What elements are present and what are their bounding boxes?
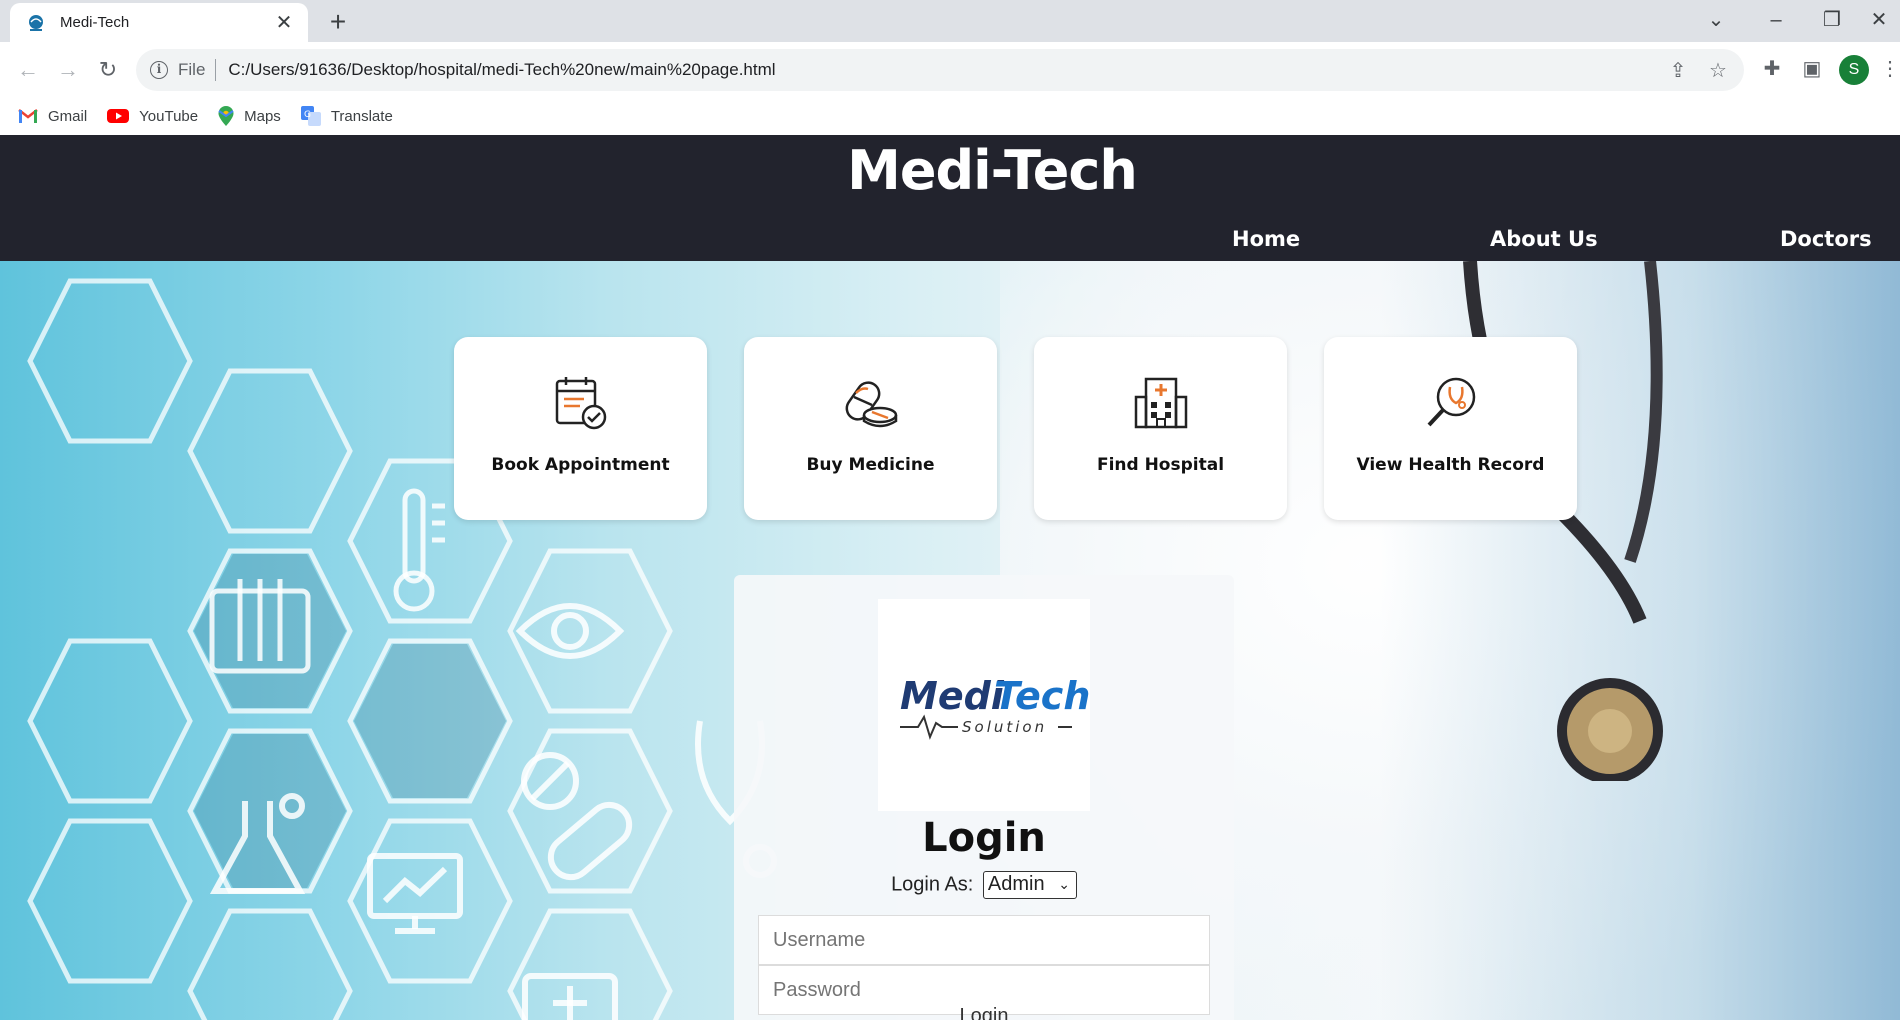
svg-text:Solution: Solution: [962, 718, 1047, 736]
site-favicon-icon: [29, 14, 43, 31]
login-title: Login: [922, 815, 1046, 861]
bookmark-youtube[interactable]: YouTube: [107, 108, 198, 125]
site-title: Medi-Tech: [847, 139, 1138, 202]
hospital-icon: [1134, 377, 1188, 429]
browser-tab-bar: Medi-Tech ✕ + ⌄ – ❐ ✕: [0, 0, 1900, 42]
reload-button[interactable]: ↻: [92, 54, 124, 86]
pills-icon: [845, 381, 898, 428]
svg-text:G: G: [304, 110, 311, 120]
login-submit-button[interactable]: Login: [734, 1005, 1234, 1020]
svg-text:Medi: Medi: [900, 674, 1005, 718]
web-page: Medi-Tech Home About Us Doctors Book App…: [0, 135, 1900, 1020]
youtube-icon: [107, 109, 130, 123]
login-panel: Medi Tech Solution Login Login As: Admin…: [734, 575, 1234, 1020]
service-label: View Health Record: [1356, 455, 1545, 475]
service-card-book-appointment[interactable]: Book Appointment: [454, 337, 707, 520]
bookmark-translate[interactable]: G Translate: [300, 106, 393, 126]
address-bar[interactable]: i File C:/Users/91636/Desktop/hospital/m…: [136, 49, 1744, 91]
menu-kebab-icon[interactable]: ⋮: [1880, 57, 1900, 81]
browser-tab[interactable]: Medi-Tech ✕: [10, 3, 308, 42]
close-window-button[interactable]: ✕: [1858, 0, 1900, 42]
meditech-logo: Medi Tech Solution: [878, 599, 1090, 811]
service-card-buy-medicine[interactable]: Buy Medicine: [744, 337, 997, 520]
bookmark-gmail[interactable]: Gmail: [18, 108, 87, 125]
chevron-down-icon: ⌄: [1058, 876, 1070, 892]
site-header: Medi-Tech Home About Us Doctors: [0, 135, 1900, 261]
hero-background: Book Appointment Buy Medicine Find Hospi…: [0, 261, 1900, 1020]
service-card-view-health-record[interactable]: View Health Record: [1324, 337, 1577, 520]
restore-button[interactable]: ❐: [1806, 0, 1858, 42]
nav-home[interactable]: Home: [1232, 227, 1300, 251]
bookmarks-bar: Gmail YouTube Maps G Translate: [0, 97, 1900, 135]
nav-about-us[interactable]: About Us: [1490, 227, 1598, 251]
gmail-icon: [18, 109, 38, 123]
browser-toolbar: ← → ↻ i File C:/Users/91636/Desktop/hosp…: [0, 42, 1900, 97]
bookmark-label: Translate: [330, 107, 393, 125]
side-panel-icon[interactable]: ▣: [1800, 57, 1824, 81]
service-card-find-hospital[interactable]: Find Hospital: [1034, 337, 1287, 520]
role-selected-value: Admin: [987, 873, 1045, 895]
profile-avatar[interactable]: S: [1839, 55, 1869, 85]
service-label: Find Hospital: [1096, 455, 1225, 475]
address-separator: [215, 59, 217, 81]
login-as-label: Login As:: [891, 873, 974, 896]
maps-icon: [218, 106, 234, 126]
back-button[interactable]: ←: [12, 54, 44, 86]
tab-search-icon[interactable]: ⌄: [1690, 0, 1742, 42]
share-icon[interactable]: ⇪: [1666, 59, 1690, 83]
service-label: Buy Medicine: [806, 455, 935, 475]
bookmark-label: Gmail: [48, 107, 88, 125]
bookmark-label: Maps: [244, 107, 281, 125]
tab-close-icon[interactable]: ✕: [272, 11, 296, 35]
role-select[interactable]: Admin ⌄: [982, 871, 1077, 899]
bookmark-maps[interactable]: Maps: [218, 106, 281, 126]
service-label: Book Appointment: [491, 455, 670, 475]
site-info-icon[interactable]: i: [150, 61, 168, 79]
username-input[interactable]: Username: [758, 915, 1210, 965]
new-tab-button[interactable]: +: [322, 6, 354, 38]
meditech-logo-image: Medi Tech Solution: [900, 674, 1090, 740]
svg-text:Tech: Tech: [994, 674, 1090, 718]
file-scheme-label: File: [178, 60, 206, 79]
bookmark-star-icon[interactable]: ☆: [1706, 59, 1730, 83]
calendar-check-icon: [555, 377, 607, 430]
url-text[interactable]: C:/Users/91636/Desktop/hospital/medi-Tec…: [228, 60, 775, 80]
tab-title: Medi-Tech: [60, 14, 130, 31]
nav-doctors[interactable]: Doctors: [1780, 227, 1872, 251]
bookmark-label: YouTube: [139, 107, 199, 125]
translate-icon: G: [300, 106, 321, 126]
forward-button[interactable]: →: [52, 54, 84, 86]
minimize-button[interactable]: –: [1750, 0, 1802, 42]
login-as-row: Login As: Admin ⌄: [734, 871, 1234, 899]
magnifier-stethoscope-icon: [1427, 377, 1476, 427]
extensions-puzzle-icon[interactable]: ✚: [1760, 57, 1784, 81]
